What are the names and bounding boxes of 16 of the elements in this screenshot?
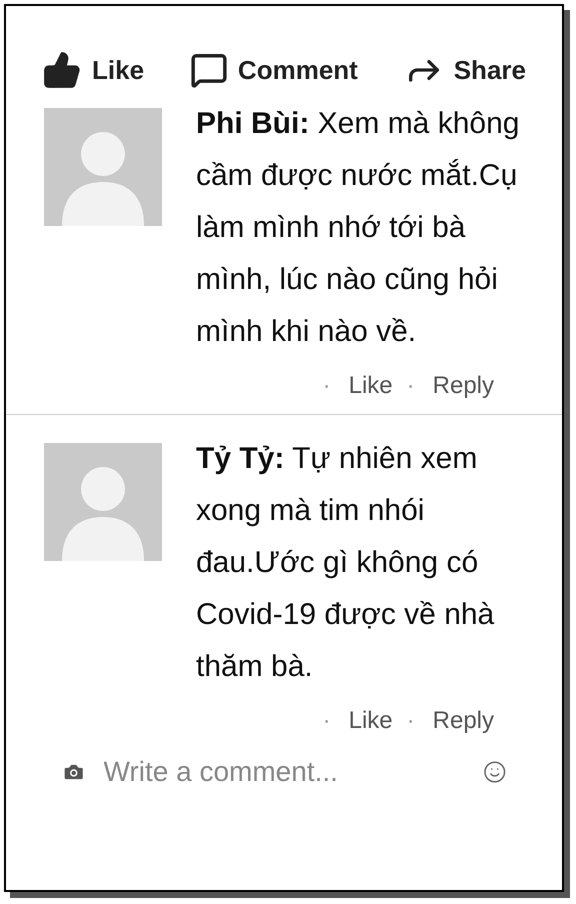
like-link[interactable]: Like xyxy=(348,368,393,404)
like-link[interactable]: Like xyxy=(348,703,393,739)
comment-input[interactable]: Write a comment... xyxy=(104,751,464,793)
thumbs-up-icon xyxy=(42,50,82,90)
reply-link[interactable]: Reply xyxy=(432,703,494,739)
comment-button[interactable]: Comment xyxy=(190,50,358,90)
comment-text: Phi Bùi: Xem mà không cầm được nước mắt.Cụ làm mình nhớ tới bà mình, lúc nào cũng hỏi mình khi nào về. xyxy=(196,106,520,350)
speech-bubble-icon xyxy=(190,51,228,89)
share-button[interactable]: Share xyxy=(404,50,526,90)
reply-link[interactable]: Reply xyxy=(432,368,494,404)
separator-dot: · xyxy=(406,706,415,736)
like-button[interactable]: Like xyxy=(42,50,144,90)
separator-dot: · xyxy=(406,371,415,401)
separator-dot: · xyxy=(322,371,331,401)
comment-text: Tỷ Tỷ: Tự nhiên xem xong mà tim nhói đau.Ước gì không có Covid-19 được về nhà thăm bà. xyxy=(196,441,496,685)
separator-dot: · xyxy=(322,706,331,736)
